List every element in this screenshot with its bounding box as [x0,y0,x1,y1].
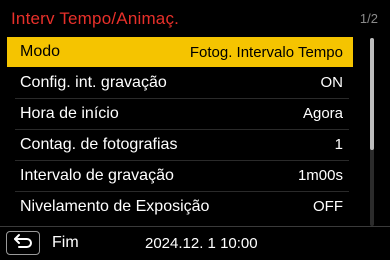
menu-item-value: 1m00s [297,167,343,184]
menu-item-value: OFF [313,198,343,215]
menu-item-value: Fotog. Intervalo Tempo [189,43,343,61]
menu-item-hora-de-inicio[interactable]: Hora de início Agora [7,98,353,129]
menu-item-intervalo-de-gravacao[interactable]: Intervalo de gravação 1m00s [7,160,353,191]
menu-title: Interv Tempo/Animaç. [11,9,180,28]
menu-item-label: Intervalo de gravação [20,166,174,184]
menu-item-label: Nivelamento de Exposição [20,197,210,215]
menu-list: Modo Fotog. Intervalo Tempo Config. int.… [7,37,353,222]
camera-menu-screen: Interv Tempo/Animaç. 1/2 Modo Fotog. Int… [0,0,390,260]
return-arrow-icon [12,233,34,254]
menu-item-label: Config. int. gravação [20,73,167,91]
menu-item-config-int-gravacao[interactable]: Config. int. gravação ON [7,67,353,98]
scrollbar[interactable] [370,38,374,226]
menu-item-value: ON [320,74,344,91]
menu-item-label: Modo [20,43,61,60]
menu-item-value: 1 [334,136,343,153]
date-time: 2024.12. 1 10:00 [145,235,258,252]
footer-bar: Fim 2024.12. 1 10:00 [0,226,390,260]
menu-item-modo[interactable]: Modo Fotog. Intervalo Tempo [7,37,353,67]
menu-item-contag-de-fotografias[interactable]: Contag. de fotografias 1 [7,129,353,160]
back-button[interactable] [6,231,40,255]
back-label: Fim [52,234,79,251]
page-indicator: 1/2 [359,11,378,26]
menu-item-label: Contag. de fotografias [20,135,178,153]
menu-item-value: Agora [302,105,343,122]
menu-item-nivelamento-de-exposicao[interactable]: Nivelamento de Exposição OFF [7,191,353,222]
scrollbar-thumb[interactable] [370,38,374,150]
menu-item-label: Hora de início [20,104,119,122]
